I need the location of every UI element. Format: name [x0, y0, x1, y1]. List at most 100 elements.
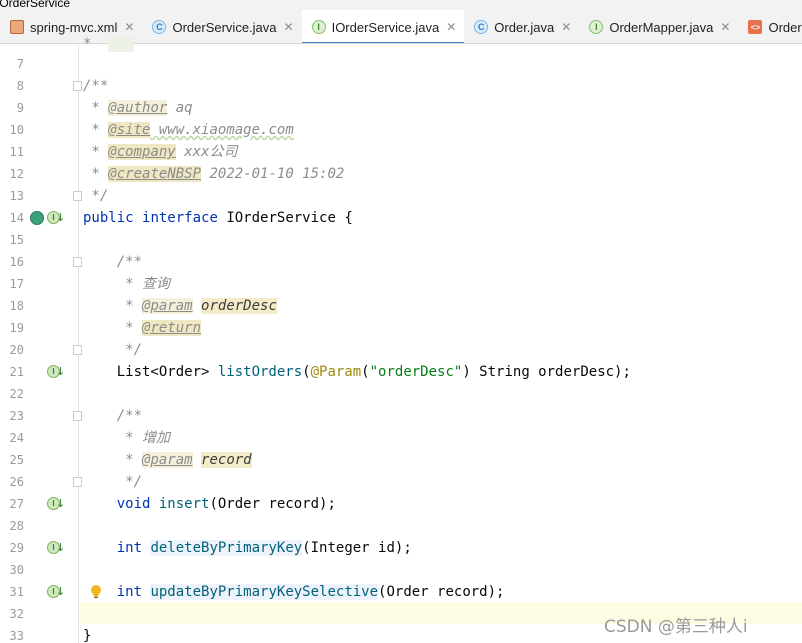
- code-text: */: [83, 474, 143, 490]
- line-number: 12: [9, 167, 24, 181]
- comment-text: 2022-01-10 15:02: [201, 166, 345, 182]
- line-number: 30: [9, 563, 24, 577]
- code-text: * 增加: [83, 430, 171, 446]
- line-number: 25: [9, 453, 24, 467]
- line-number: 21: [9, 365, 24, 379]
- method-name: insert: [158, 496, 210, 512]
- annotation: @Param: [310, 364, 362, 380]
- keyword: int: [116, 584, 143, 600]
- param-name: orderDesc: [201, 298, 277, 314]
- implementation-arrow-icon[interactable]: ↓: [56, 584, 65, 600]
- code-punct: (Order record);: [378, 584, 505, 600]
- javadoc-tag: @create: [108, 166, 168, 182]
- line-number: 16: [9, 255, 24, 269]
- fold-marker-icon[interactable]: [73, 81, 82, 91]
- line-number: 15: [9, 233, 24, 247]
- code-text: * @site www.xiaomage.com: [83, 119, 294, 141]
- implementation-arrow-icon[interactable]: ↓: [56, 540, 65, 556]
- close-icon[interactable]: ✕: [124, 20, 134, 34]
- breadcrumb[interactable]: IOrderService: [0, 0, 802, 10]
- comment-prefix: *: [83, 298, 143, 314]
- method-name: updateByPrimaryKeySelective: [150, 584, 379, 600]
- line-number: 24: [9, 431, 24, 445]
- watermark: CSDN @第三种人i: [604, 617, 748, 637]
- code-text: * @createNBSP 2022-01-10 15:02: [83, 163, 344, 185]
- code-line: 22: [0, 383, 802, 405]
- line-number: 9: [16, 101, 24, 115]
- code-line: 21 I ↓ List<Order> listOrders(@Param("or…: [0, 361, 802, 383]
- line-number: 31: [9, 585, 24, 599]
- line-number: 17: [9, 277, 24, 291]
- method-name: listOrders: [217, 364, 303, 380]
- code-text: void insert(Order record);: [83, 493, 336, 515]
- code-line: 26 */: [0, 471, 802, 493]
- line-number: 19: [9, 321, 24, 335]
- line-number: 26: [9, 475, 24, 489]
- code-line: 17 * 查询: [0, 273, 802, 295]
- code-text: * @param record: [83, 449, 252, 471]
- keyword: interface: [142, 210, 218, 226]
- fold-marker-icon[interactable]: [73, 411, 82, 421]
- code-line: 15: [0, 229, 802, 251]
- code-text: public interface IOrderService {: [83, 207, 353, 229]
- close-icon[interactable]: ✕: [284, 20, 294, 34]
- comment-prefix: *: [83, 452, 143, 468]
- line-number: 27: [9, 497, 24, 511]
- interface-icon: I: [311, 20, 326, 34]
- class-icon: C: [474, 20, 489, 34]
- line-number: 18: [9, 299, 24, 313]
- comment-prefix: *: [83, 122, 109, 138]
- code-line: 27 I ↓ void insert(Order record);: [0, 493, 802, 515]
- code-line: 30: [0, 559, 802, 581]
- code-text: * @return: [83, 317, 202, 339]
- code-line: 31 I ↓ int updateByPrimaryKeySelective(O…: [0, 581, 802, 603]
- breadcrumb-label: IOrderService: [0, 0, 71, 10]
- implementation-arrow-icon[interactable]: ↓: [56, 210, 65, 226]
- comment-text: www.xiaomage.com: [150, 122, 294, 138]
- javadoc-tag: @site: [108, 122, 151, 138]
- close-icon[interactable]: ✕: [720, 20, 730, 34]
- code-punct: (Integer id);: [302, 540, 412, 556]
- code-line: 25 * @param record: [0, 449, 802, 471]
- close-icon[interactable]: ✕: [446, 20, 456, 34]
- keyword: public: [83, 210, 134, 226]
- comment-prefix: *: [83, 320, 143, 336]
- code-punct: (: [302, 364, 311, 380]
- javadoc-tag: @company: [108, 144, 176, 160]
- comment-prefix: *: [83, 166, 109, 182]
- fold-marker-icon[interactable]: [73, 191, 82, 201]
- code-punct: ) String orderDesc);: [462, 364, 631, 380]
- code-text: */: [83, 342, 143, 358]
- implementation-arrow-icon[interactable]: ↓: [56, 496, 65, 512]
- code-text: int updateByPrimaryKeySelective(Order re…: [83, 581, 504, 603]
- comment-prefix: *: [83, 100, 109, 116]
- keyword: void: [116, 496, 151, 512]
- javadoc-tag: @author: [108, 100, 168, 116]
- close-icon[interactable]: ✕: [561, 20, 571, 34]
- line-number: 23: [9, 409, 24, 423]
- comment-text: aq: [167, 100, 193, 116]
- code-line: 12 * @createNBSP 2022-01-10 15:02: [0, 163, 802, 185]
- code-line: 24 * 增加: [0, 427, 802, 449]
- code-text: /**: [83, 254, 143, 270]
- code-line: 19 * @return: [0, 317, 802, 339]
- line-number: 10: [9, 123, 24, 137]
- javadoc-tag: @return: [142, 320, 202, 336]
- javadoc-tag: @param: [142, 452, 193, 468]
- implementation-arrow-icon[interactable]: ↓: [56, 364, 65, 380]
- line-number: 28: [9, 519, 24, 533]
- fold-marker-icon[interactable]: [73, 257, 82, 267]
- class-icon: C: [152, 20, 167, 34]
- implemented-icon[interactable]: [30, 211, 44, 225]
- code-editor[interactable]: * ___ 7 8 /** 9 * @author aq 10 * @site …: [0, 36, 802, 643]
- code-text: * @company xxx公司: [83, 141, 237, 163]
- line-number: 29: [9, 541, 24, 555]
- fold-marker-icon[interactable]: [73, 477, 82, 487]
- line-number: 11: [9, 145, 24, 159]
- code-line: 7: [0, 53, 802, 75]
- code-text: * @author aq: [83, 97, 193, 119]
- line-number: 7: [16, 57, 24, 71]
- fold-marker-icon[interactable]: [73, 345, 82, 355]
- javadoc-tag: @param: [142, 298, 193, 314]
- code-line: 14 I ↓ public interface IOrderService {: [0, 207, 802, 229]
